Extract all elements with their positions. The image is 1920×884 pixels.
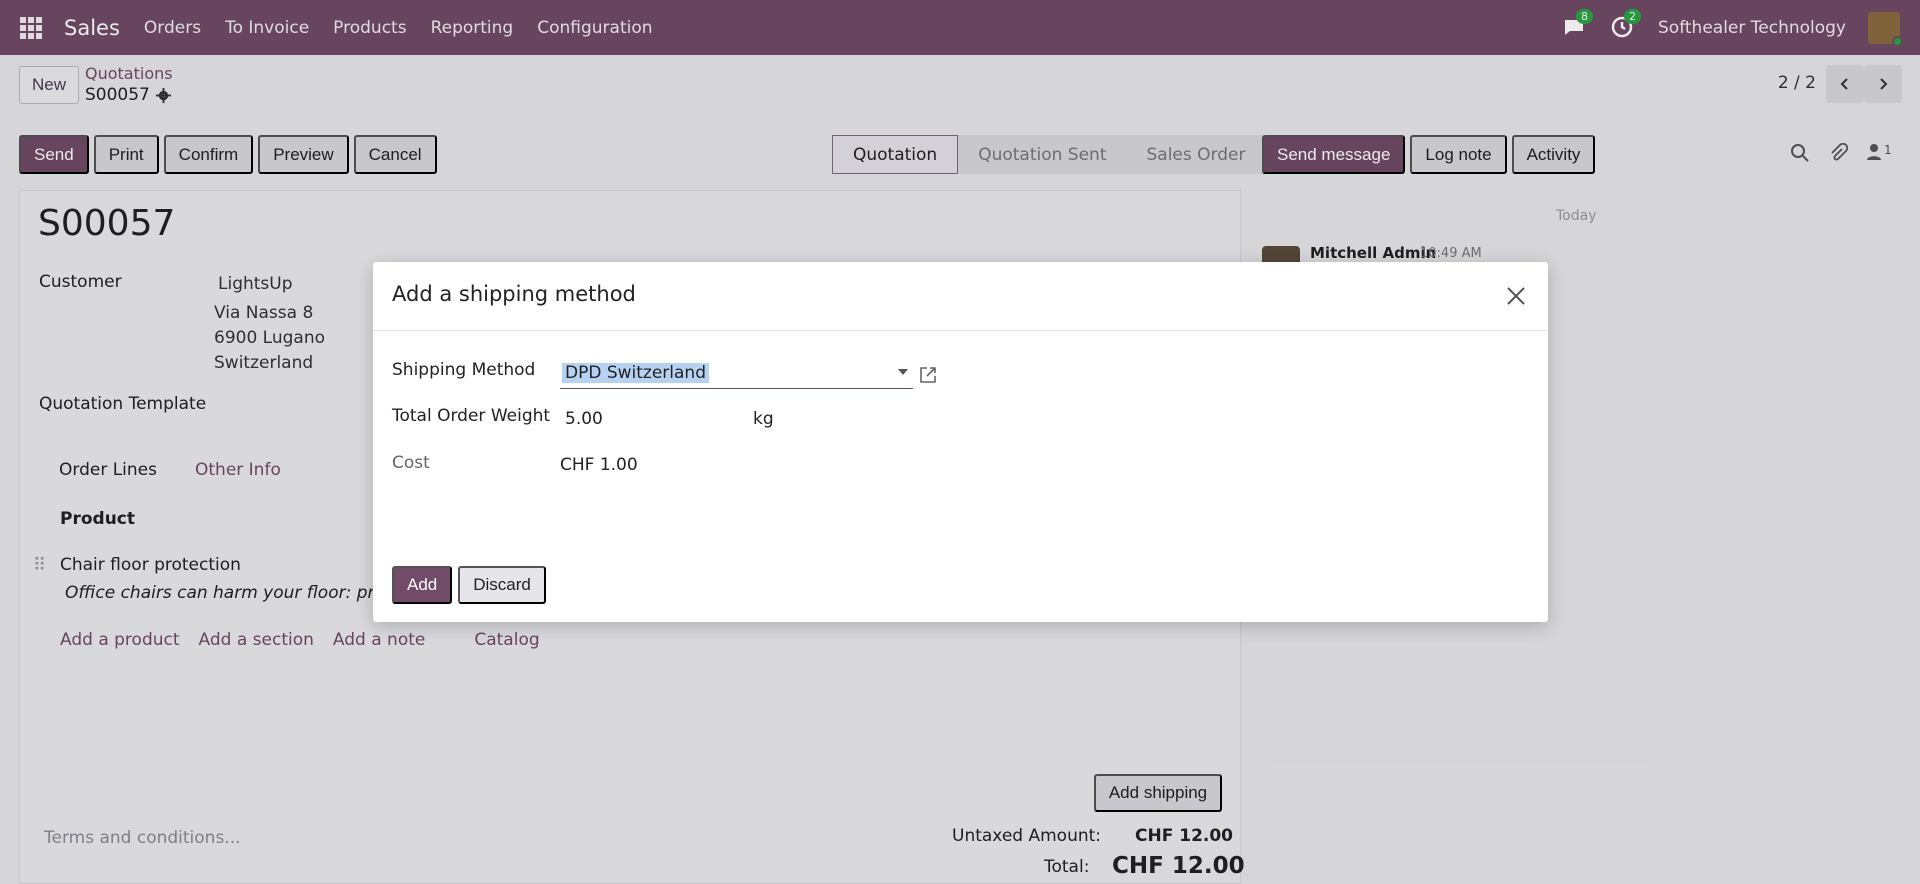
chevron-down-icon[interactable] — [898, 369, 908, 375]
discard-button[interactable]: Discard — [458, 566, 546, 604]
add-button[interactable]: Add — [392, 566, 453, 604]
dialog-title: Add a shipping method — [392, 282, 636, 306]
weight-unit: kg — [753, 409, 774, 429]
cost-value: CHF 1.00 — [560, 455, 638, 475]
shipping-method-dialog: Add a shipping method Shipping Method DP… — [373, 262, 1548, 622]
shipping-method-label: Shipping Method — [392, 360, 536, 380]
dialog-header: Add a shipping method — [373, 262, 1548, 331]
weight-input[interactable]: 5.00 — [565, 409, 603, 429]
external-link-icon[interactable] — [918, 365, 938, 385]
dialog-footer: Add Discard — [392, 566, 546, 604]
weight-label: Total Order Weight — [392, 406, 551, 426]
close-icon[interactable] — [1502, 282, 1530, 310]
shipping-method-value: DPD Switzerland — [562, 362, 709, 383]
shipping-method-field[interactable]: DPD Switzerland — [560, 357, 913, 389]
cost-label: Cost — [392, 453, 430, 473]
